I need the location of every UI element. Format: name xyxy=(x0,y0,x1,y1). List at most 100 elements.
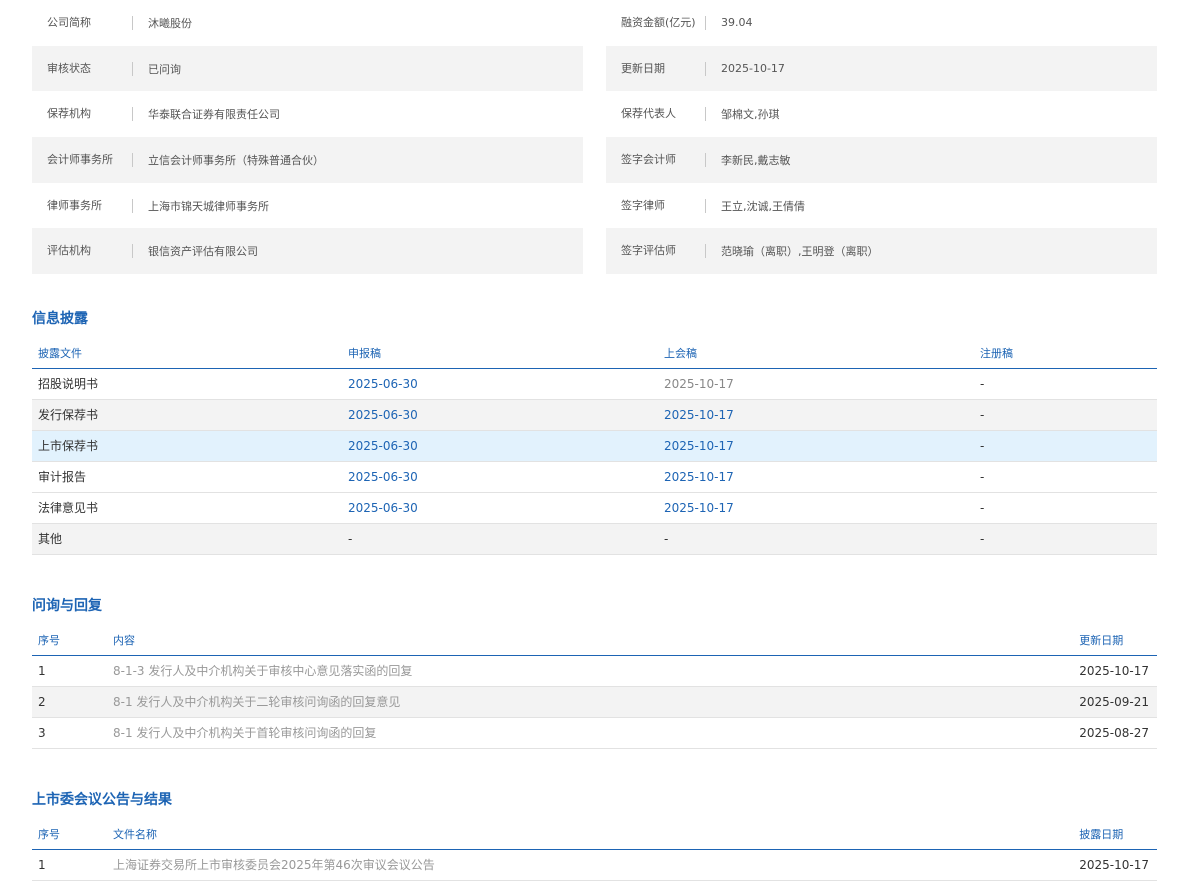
info-cell: 更新日期 2025-10-17 xyxy=(606,45,1157,92)
table-row: 1 上海证券交易所上市审核委员会2025年第46次审议会议公告 2025-10-… xyxy=(32,849,1157,881)
registration-value: - xyxy=(974,399,1157,431)
filing-link[interactable]: 2025-06-30 xyxy=(342,461,658,493)
info-cell: 签字会计师 李新民,戴志敏 xyxy=(606,137,1157,183)
info-value: 立信会计师事务所（特殊普通合伙） xyxy=(148,153,324,167)
info-label: 签字评估师 xyxy=(606,244,706,259)
doc-name: 招股说明书 xyxy=(32,368,342,400)
disclosure-date: 2025-10-17 xyxy=(1073,849,1157,881)
registration-value: - xyxy=(974,492,1157,524)
inquiry-link[interactable]: 8-1 发行人及中介机构关于首轮审核问询函的回复 xyxy=(107,717,1074,749)
info-label: 评估机构 xyxy=(32,244,133,259)
column-header: 内容 xyxy=(107,626,1074,656)
info-row: 律师事务所 上海市锦天城律师事务所 签字律师 王立,沈诚,王倩倩 xyxy=(32,183,1157,229)
table-header-row: 序号 文件名称 披露日期 xyxy=(32,820,1157,850)
doc-name: 其他 xyxy=(32,523,342,555)
info-row: 保荐机构 华泰联合证券有限责任公司 保荐代表人 邹棉文,孙琪 xyxy=(32,91,1157,137)
doc-name: 上市保荐书 xyxy=(32,430,342,462)
filing-link[interactable]: 2025-06-30 xyxy=(342,430,658,462)
filing-link[interactable]: 2025-06-30 xyxy=(342,368,658,400)
update-date: 2025-09-21 xyxy=(1073,686,1157,718)
info-value: 银信资产评估有限公司 xyxy=(148,245,258,259)
info-cell: 会计师事务所 立信会计师事务所（特殊普通合伙） xyxy=(32,137,583,183)
registration-value: - xyxy=(974,368,1157,400)
info-value: 沐曦股份 xyxy=(148,16,192,30)
info-value: 华泰联合证券有限责任公司 xyxy=(148,108,280,122)
column-header: 文件名称 xyxy=(107,820,1074,850)
announcement-link[interactable]: 上海证券交易所上市审核委员会2025年第46次审议会议公告 xyxy=(107,849,1074,881)
row-number: 1 xyxy=(32,655,107,687)
table-row: 3 8-1 发行人及中介机构关于首轮审核问询函的回复 2025-08-27 xyxy=(32,717,1157,749)
info-cell: 签字律师 王立,沈诚,王倩倩 xyxy=(606,183,1157,229)
filing-value: - xyxy=(342,523,658,555)
table-row: 法律意见书 2025-06-30 2025-10-17 - xyxy=(32,492,1157,524)
row-number: 2 xyxy=(32,686,107,718)
meeting-value: - xyxy=(658,523,974,555)
meeting-link[interactable]: 2025-10-17 xyxy=(658,461,974,493)
column-header: 序号 xyxy=(32,626,107,656)
info-value: 邹棉文,孙琪 xyxy=(721,108,780,122)
column-header: 披露文件 xyxy=(32,339,342,369)
info-cell: 保荐代表人 邹棉文,孙琪 xyxy=(606,91,1157,137)
info-value: 2025-10-17 xyxy=(721,62,785,76)
table-header-row: 序号 内容 更新日期 xyxy=(32,626,1157,656)
registration-value: - xyxy=(974,430,1157,462)
doc-name: 发行保荐书 xyxy=(32,399,342,431)
info-row: 审核状态 已问询 更新日期 2025-10-17 xyxy=(32,45,1157,92)
registration-value: - xyxy=(974,461,1157,493)
company-info-grid: 公司简称 沐曦股份 融资金额(亿元) 39.04 审核状态 已问询 更新日期 2… xyxy=(32,0,1157,275)
meeting-link[interactable]: 2025-10-17 xyxy=(658,430,974,462)
committee-table: 序号 文件名称 披露日期 1 上海证券交易所上市审核委员会2025年第46次审议… xyxy=(32,820,1157,881)
info-row: 公司简称 沐曦股份 融资金额(亿元) 39.04 xyxy=(32,0,1157,46)
info-label: 保荐机构 xyxy=(32,107,133,122)
column-header: 注册稿 xyxy=(974,339,1157,369)
registration-value: - xyxy=(974,523,1157,555)
disclosure-title: 信息披露 xyxy=(32,311,88,327)
inquiry-link[interactable]: 8-1-3 发行人及中介机构关于审核中心意见落实函的回复 xyxy=(107,655,1074,687)
column-header: 披露日期 xyxy=(1073,820,1157,850)
info-label: 签字会计师 xyxy=(606,152,706,167)
update-date: 2025-08-27 xyxy=(1073,717,1157,749)
info-label: 公司简称 xyxy=(32,15,133,30)
info-label: 融资金额(亿元) xyxy=(606,15,706,30)
inquiry-table: 序号 内容 更新日期 1 8-1-3 发行人及中介机构关于审核中心意见落实函的回… xyxy=(32,626,1157,749)
info-cell: 签字评估师 范晓瑜（离职）,王明登（离职） xyxy=(606,228,1157,275)
info-cell: 融资金额(亿元) 39.04 xyxy=(606,0,1157,46)
table-row: 2 8-1 发行人及中介机构关于二轮审核问询函的回复意见 2025-09-21 xyxy=(32,686,1157,718)
info-row: 评估机构 银信资产评估有限公司 签字评估师 范晓瑜（离职）,王明登（离职） xyxy=(32,228,1157,275)
info-value: 范晓瑜（离职）,王明登（离职） xyxy=(721,245,879,259)
info-label: 会计师事务所 xyxy=(32,152,133,167)
meeting-link[interactable]: 2025-10-17 xyxy=(658,492,974,524)
info-value: 已问询 xyxy=(148,62,181,76)
info-row: 会计师事务所 立信会计师事务所（特殊普通合伙） 签字会计师 李新民,戴志敏 xyxy=(32,137,1157,183)
column-header: 更新日期 xyxy=(1073,626,1157,656)
meeting-link[interactable]: 2025-10-17 xyxy=(658,399,974,431)
inquiry-title: 问询与回复 xyxy=(32,598,102,614)
info-label: 审核状态 xyxy=(32,61,133,76)
filing-link[interactable]: 2025-06-30 xyxy=(342,399,658,431)
info-label: 签字律师 xyxy=(606,198,706,213)
info-value: 上海市锦天城律师事务所 xyxy=(148,199,269,213)
info-value: 王立,沈诚,王倩倩 xyxy=(721,199,805,213)
table-header-row: 披露文件 申报稿 上会稿 注册稿 xyxy=(32,339,1157,369)
info-cell: 公司简称 沐曦股份 xyxy=(32,0,583,46)
committee-title: 上市委会议公告与结果 xyxy=(32,792,172,808)
info-label: 保荐代表人 xyxy=(606,107,706,122)
column-header: 申报稿 xyxy=(342,339,658,369)
info-label: 更新日期 xyxy=(606,61,706,76)
update-date: 2025-10-17 xyxy=(1073,655,1157,687)
row-number: 1 xyxy=(32,849,107,881)
inquiry-link[interactable]: 8-1 发行人及中介机构关于二轮审核问询函的回复意见 xyxy=(107,686,1074,718)
table-row: 招股说明书 2025-06-30 2025-10-17 - xyxy=(32,368,1157,400)
info-cell: 审核状态 已问询 xyxy=(32,45,583,92)
table-row: 上市保荐书 2025-06-30 2025-10-17 - xyxy=(32,430,1157,462)
column-header: 上会稿 xyxy=(658,339,974,369)
info-value: 39.04 xyxy=(721,16,753,30)
doc-name: 法律意见书 xyxy=(32,492,342,524)
info-cell: 保荐机构 华泰联合证券有限责任公司 xyxy=(32,91,583,137)
column-header: 序号 xyxy=(32,820,107,850)
disclosure-table: 披露文件 申报稿 上会稿 注册稿 招股说明书 2025-06-30 2025-1… xyxy=(32,339,1157,555)
table-row: 发行保荐书 2025-06-30 2025-10-17 - xyxy=(32,399,1157,431)
filing-link[interactable]: 2025-06-30 xyxy=(342,492,658,524)
info-cell: 律师事务所 上海市锦天城律师事务所 xyxy=(32,183,583,229)
meeting-date: 2025-10-17 xyxy=(658,368,974,400)
